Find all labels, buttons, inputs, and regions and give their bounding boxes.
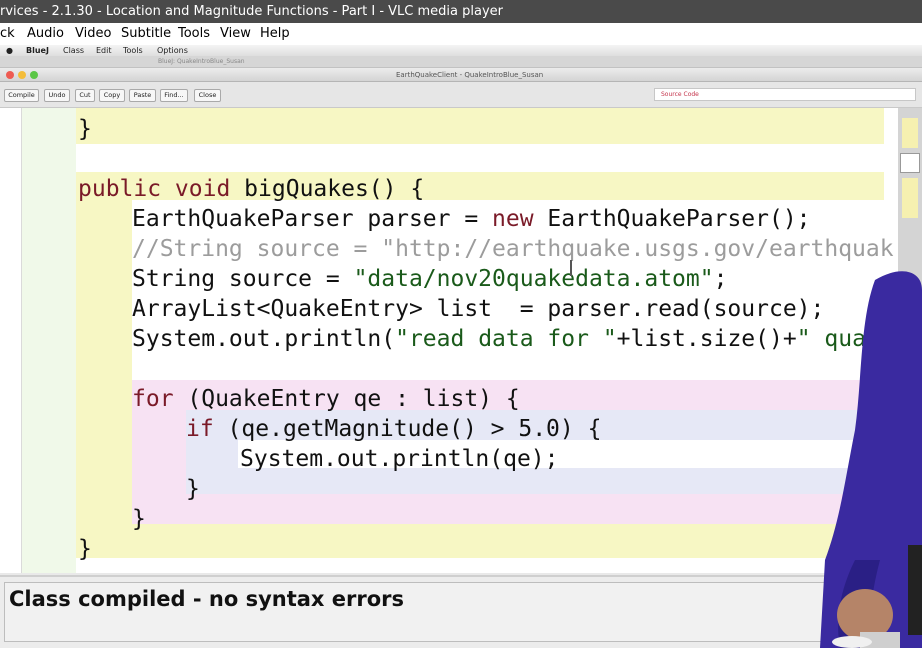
overview-viewport bbox=[900, 153, 920, 173]
method-footer-block bbox=[76, 524, 884, 558]
code-line: System.out.println(qe); bbox=[240, 446, 559, 472]
line-gutter bbox=[0, 108, 22, 573]
overview-thumbnail bbox=[902, 118, 918, 148]
editor-window-title: EarthQuakeClient - QuakeIntroBlue_Susan bbox=[396, 71, 544, 79]
code-line: if (qe.getMagnitude() > 5.0) { bbox=[186, 416, 602, 442]
mac-menu-class: Class bbox=[63, 46, 85, 55]
overview-thumbnail bbox=[902, 178, 918, 218]
code-line: ArrayList<QuakeEntry> list = parser.read… bbox=[132, 296, 825, 322]
menu-playback[interactable]: ck bbox=[0, 23, 15, 45]
status-message: Class compiled - no syntax errors bbox=[9, 587, 405, 611]
editor-title-bar: EarthQuakeClient - QuakeIntroBlue_Susan bbox=[0, 68, 922, 82]
apple-icon: ● bbox=[6, 46, 13, 55]
comment-line: //String source = "http://earthquake.usg… bbox=[132, 236, 894, 262]
vlc-menu-bar: ck Audio Video Subtitle Tools View Help bbox=[0, 23, 922, 45]
menu-video[interactable]: Video bbox=[75, 23, 111, 45]
code-overview-strip bbox=[898, 108, 922, 573]
cut-button: Cut bbox=[75, 89, 95, 102]
menu-help[interactable]: Help bbox=[260, 23, 290, 45]
background-window-bar: BlueJ: QuakeIntroBlue_Susan bbox=[0, 56, 922, 68]
mac-menu-bar: ● BlueJ Class Edit Tools Options bbox=[0, 45, 922, 56]
code-line: } bbox=[186, 476, 200, 502]
code-line: } bbox=[78, 536, 92, 562]
vlc-title-bar: rvices - 2.1.30 - Location and Magnitude… bbox=[0, 0, 922, 23]
menu-audio[interactable]: Audio bbox=[27, 23, 64, 45]
blank-line-block bbox=[132, 352, 884, 380]
code-editor: } public void bigQuakes() { EarthQuakePa… bbox=[0, 108, 898, 573]
class-scope-margin bbox=[22, 108, 76, 573]
minimize-window-icon bbox=[18, 71, 26, 79]
window-title: rvices - 2.1.30 - Location and Magnitude… bbox=[0, 4, 503, 19]
menu-subtitle[interactable]: Subtitle bbox=[121, 23, 171, 45]
status-box: Class compiled - no syntax errors bbox=[4, 582, 840, 642]
close-button: Close bbox=[194, 89, 221, 102]
text-cursor-icon bbox=[570, 260, 572, 276]
copy-button: Copy bbox=[99, 89, 125, 102]
background-window-title: BlueJ: QuakeIntroBlue_Susan bbox=[158, 58, 245, 65]
view-select: Source Code bbox=[654, 88, 916, 101]
menu-view[interactable]: View bbox=[220, 23, 251, 45]
code-line: System.out.println("read data for "+list… bbox=[132, 326, 894, 352]
mac-menu-edit: Edit bbox=[96, 46, 112, 55]
code-line: for (QuakeEntry qe : list) { bbox=[132, 386, 520, 412]
undo-button: Undo bbox=[44, 89, 70, 102]
close-window-icon bbox=[6, 71, 14, 79]
mac-menu-bluej: BlueJ bbox=[26, 46, 49, 55]
code-line: String source = "data/nov20quakedata.ato… bbox=[132, 266, 728, 292]
code-line: } bbox=[78, 116, 92, 142]
mac-menu-tools: Tools bbox=[123, 46, 143, 55]
blank-gap bbox=[76, 144, 884, 172]
editor-toolbar: Compile Undo Cut Copy Paste Find... Clos… bbox=[0, 82, 922, 108]
menu-tools[interactable]: Tools bbox=[178, 23, 210, 45]
code-line: } bbox=[132, 506, 146, 532]
class-scope-block bbox=[76, 108, 884, 144]
find-button: Find... bbox=[160, 89, 188, 102]
method-left-margin bbox=[76, 200, 132, 556]
code-line: public void bigQuakes() { bbox=[78, 176, 425, 202]
code-line: EarthQuakeParser parser = new EarthQuake… bbox=[132, 206, 811, 232]
zoom-window-icon bbox=[30, 71, 38, 79]
video-frame[interactable]: ● BlueJ Class Edit Tools Options BlueJ: … bbox=[0, 45, 922, 648]
status-bar: Class compiled - no syntax errors bbox=[0, 575, 922, 648]
compile-button: Compile bbox=[4, 89, 39, 102]
paste-button: Paste bbox=[129, 89, 156, 102]
mac-menu-options: Options bbox=[157, 46, 188, 55]
